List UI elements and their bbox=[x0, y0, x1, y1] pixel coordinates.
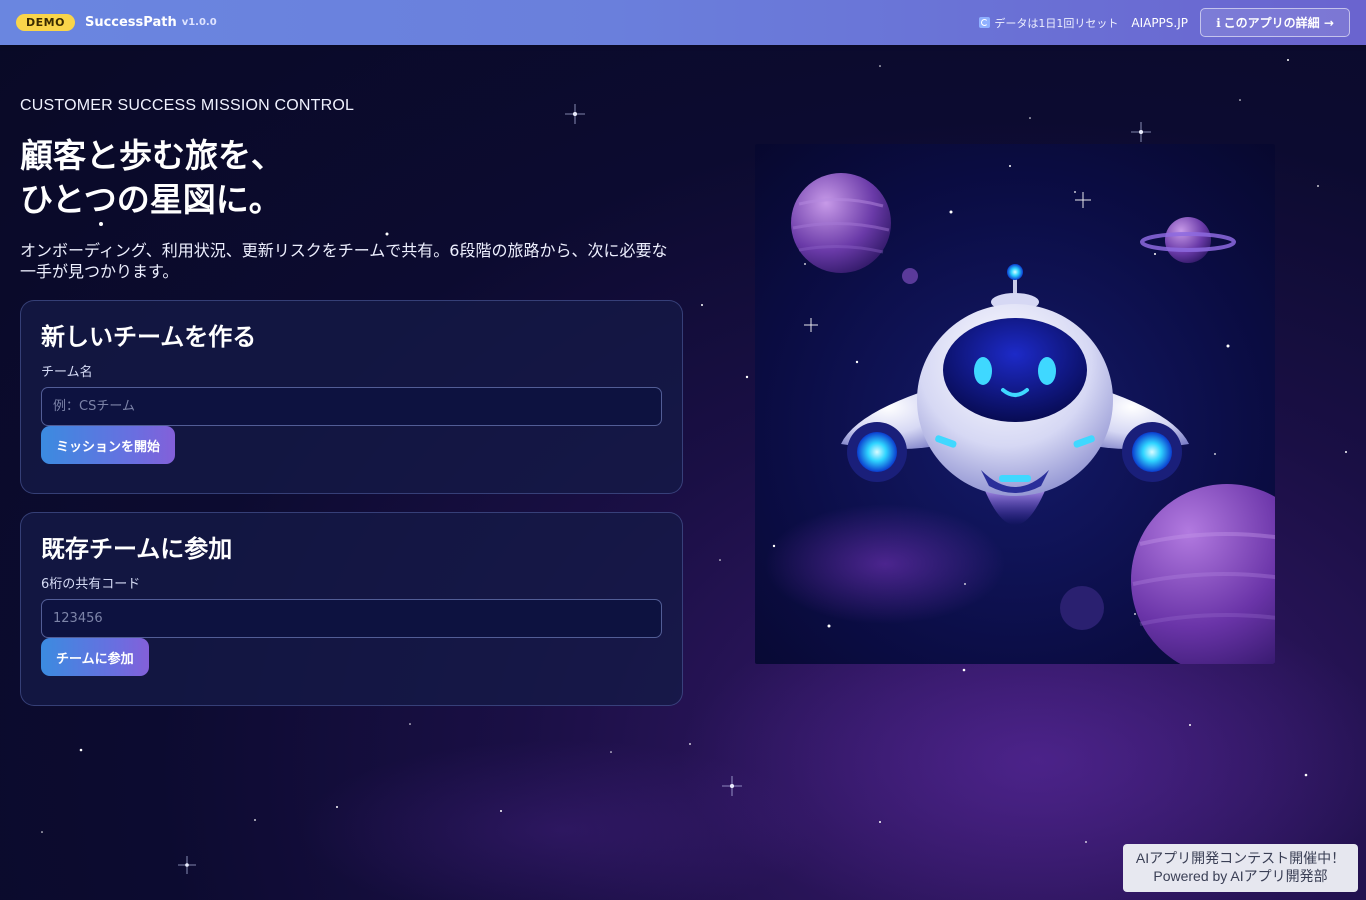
reset-note-text: データは1日1回リセット bbox=[994, 16, 1119, 30]
hero-headline-line-1: 顧客と歩む旅を、 bbox=[20, 136, 284, 175]
info-icon: ℹ bbox=[1216, 15, 1221, 30]
site-link[interactable]: AIAPPS.JP bbox=[1131, 16, 1188, 30]
start-mission-button[interactable]: ミッションを開始 bbox=[41, 426, 176, 464]
join-team-button[interactable]: チームに参加 bbox=[41, 638, 149, 676]
hero-eyebrow: CUSTOMER SUCCESS MISSION CONTROL bbox=[20, 97, 355, 114]
hero-headline: 顧客と歩む旅を、 ひとつの星図に。 bbox=[20, 134, 660, 222]
share-code-label: 6桁の共有コード bbox=[41, 577, 141, 592]
reset-note: データは1日1回リセット bbox=[979, 15, 1118, 31]
create-team-title: 新しいチームを作る bbox=[41, 323, 257, 351]
about-app-button[interactable]: ℹ このアプリの詳細 → bbox=[1200, 8, 1350, 37]
hero-headline-line-2: ひとつの星図に。 bbox=[20, 180, 282, 219]
hero-lead: オンボーディング、利用状況、更新リスクをチームで共有。6段階の旅路から、次に必要… bbox=[20, 241, 668, 281]
app-name: SuccessPath bbox=[84, 15, 177, 30]
about-app-label: このアプリの詳細 → bbox=[1223, 16, 1334, 30]
top-bar: DEMO SuccessPath v1.0.0 データは1日1回リセット AIA… bbox=[0, 0, 1366, 45]
join-team-card: 既存チームに参加 6桁の共有コード チームに参加 bbox=[20, 512, 683, 706]
contest-promo-banner[interactable]: AIアプリ開発コンテスト開催中！ Powered by AIアプリ開発部 bbox=[1123, 844, 1358, 892]
create-team-card: 新しいチームを作る チーム名 ミッションを開始 bbox=[20, 300, 683, 494]
refresh-icon bbox=[979, 17, 991, 28]
top-bar-right: データは1日1回リセット AIAPPS.JP ℹ このアプリの詳細 → bbox=[979, 8, 1350, 37]
demo-badge: DEMO bbox=[16, 14, 75, 31]
team-name-label: チーム名 bbox=[41, 365, 93, 380]
contest-promo-line-2: Powered by AIアプリ開発部 bbox=[1153, 868, 1328, 884]
contest-promo-line-1: AIアプリ開発コンテスト開催中！ bbox=[1135, 850, 1346, 866]
team-name-input[interactable] bbox=[41, 387, 662, 426]
app-version: v1.0.0 bbox=[181, 17, 217, 28]
robot-spaceship-illustration bbox=[755, 144, 1275, 664]
share-code-input[interactable] bbox=[41, 599, 662, 638]
join-team-title: 既存チームに参加 bbox=[41, 535, 233, 563]
